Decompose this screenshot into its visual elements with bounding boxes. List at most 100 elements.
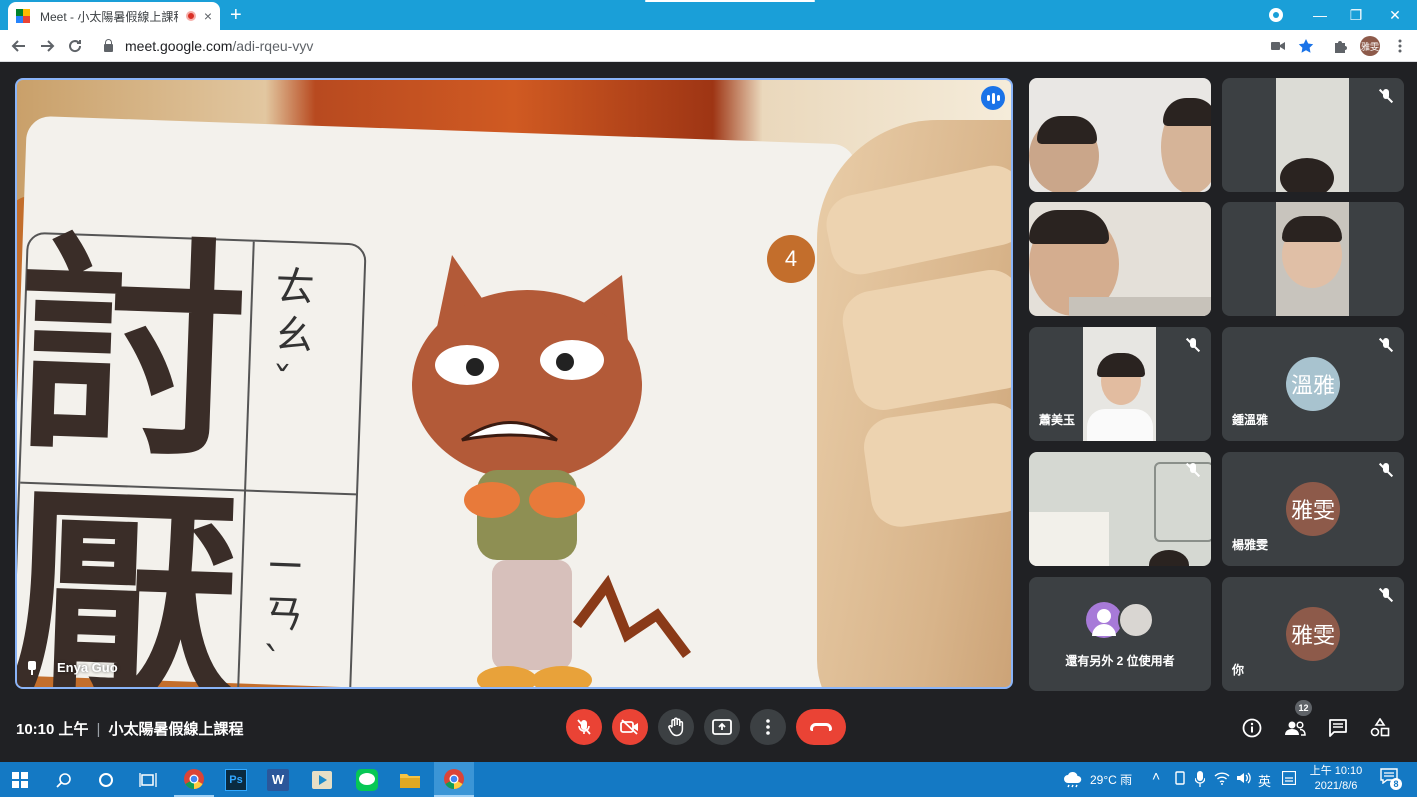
microphone-tray-icon[interactable] [1194,771,1206,790]
input-mode-icon[interactable] [1281,770,1297,788]
notification-center-icon[interactable]: 8 [1380,768,1402,790]
participant-tile-6[interactable]: 溫雅 鍾溫雅 [1222,327,1404,441]
new-tab-button[interactable]: + [230,4,242,26]
muted-mic-icon [1378,462,1394,478]
lock-icon [104,39,113,52]
hand-icon [668,717,684,737]
main-video-name: Enya Guo [27,660,118,675]
participant-name: 楊雅雯 [1232,538,1269,552]
muted-mic-icon [1378,88,1394,104]
maximize-button[interactable]: ❐ [1334,0,1378,30]
people-icon [1285,721,1306,736]
speaking-indicator-icon [981,86,1005,110]
presenter-name: Enya Guo [57,660,118,675]
media-player-icon[interactable] [302,762,342,797]
chat-button[interactable] [1326,716,1350,740]
reload-icon[interactable] [63,34,87,58]
participant-tile-3[interactable] [1029,202,1211,316]
windows-start-icon[interactable] [0,762,40,797]
participant-name: 鍾溫雅 [1232,413,1269,427]
meeting-info: 10:10 上午 | 小太陽暑假線上課程 [16,718,243,739]
character-grid: 討 厭 ㄊㄠˇ ㄧㄢˋ [15,215,367,689]
volume-icon[interactable] [1236,771,1252,788]
weather-cloud-icon[interactable] [1062,770,1084,791]
meeting-time: 10:10 上午 [16,721,89,738]
muted-mic-icon [1185,337,1201,353]
participant-tile-4[interactable] [1222,202,1404,316]
close-window-button[interactable]: ✕ [1373,0,1417,30]
tab-title: Meet - 小太陽暑假線上課程 [40,9,178,24]
line-app-icon[interactable] [347,762,387,797]
camera-off-icon [620,719,638,735]
avatar: 雅雯 [1286,482,1340,536]
participant-tile-1[interactable] [1029,78,1211,192]
muted-mic-icon [1378,337,1394,353]
url-host: meet.google.com [125,38,233,54]
weather-text[interactable]: 29°C 雨 [1090,771,1132,788]
camera-toggle-button[interactable] [612,709,648,745]
tabstrip-highlight [645,0,815,2]
cortana-icon[interactable] [86,762,126,797]
participant-tile-7[interactable] [1029,452,1211,566]
tab-close-icon[interactable]: × [204,8,212,24]
self-tile[interactable]: 雅雯 你 [1222,577,1404,691]
participant-tile-2[interactable] [1222,78,1404,192]
card-character-2: 厭 [15,464,243,689]
word-icon[interactable]: W [258,762,298,797]
card-zhuyin-1: ㄊㄠˇ [271,263,316,407]
wifi-icon[interactable] [1214,771,1230,788]
cat-illustration [412,255,691,687]
photoshop-icon[interactable]: Ps [216,762,256,797]
others-tile[interactable]: 還有另外 2 位使用者 [1029,577,1211,691]
back-arrow-icon[interactable] [7,34,31,58]
main-video-tile[interactable]: 討 厭 ㄊㄠˇ ㄧㄢˋ 4 Enya Guo [15,78,1013,689]
activities-button[interactable] [1368,716,1392,740]
file-explorer-icon[interactable] [390,762,430,797]
muted-mic-icon [1185,462,1201,478]
mic-toggle-button[interactable] [566,709,602,745]
chrome-meet-taskbar-icon[interactable] [434,762,474,797]
address-bar: meet.google.com/adi-rqeu-vyv 雅雯 [0,30,1417,62]
leave-call-button[interactable] [796,709,846,745]
browser-tabstrip: Meet - 小太陽暑假線上課程 × + — ❐ ✕ [0,0,1417,30]
camera-in-use-icon[interactable] [1268,36,1288,56]
more-options-button[interactable] [750,709,786,745]
others-label: 還有另外 2 位使用者 [1065,654,1175,668]
participant-name: 蕭美玉 [1039,413,1076,427]
extensions-puzzle-icon[interactable] [1330,36,1350,56]
browser-menu-icon[interactable] [1390,36,1410,56]
avatar: 溫雅 [1286,357,1340,411]
meeting-details-button[interactable] [1240,716,1264,740]
people-count-badge: 12 [1295,700,1312,716]
profile-avatar[interactable]: 雅雯 [1360,36,1380,56]
avatar: 雅雯 [1286,607,1340,661]
present-icon [712,719,732,735]
taskbar-clock[interactable]: 上午 10:10 2021/8/6 [1306,764,1366,794]
avatar [1086,602,1122,638]
ime-indicator[interactable]: 英 [1258,771,1271,790]
tray-chevron-icon[interactable]: ˄ [1152,768,1160,784]
chrome-taskbar-icon[interactable] [174,762,214,797]
info-icon [1242,718,1262,738]
browser-tab-meet[interactable]: Meet - 小太陽暑假線上課程 × [8,2,220,30]
present-screen-button[interactable] [704,709,740,745]
raise-hand-button[interactable] [658,709,694,745]
search-icon[interactable] [44,762,84,797]
separator: | [96,721,101,738]
network-device-icon[interactable] [1174,771,1186,788]
people-button[interactable] [1283,716,1307,740]
url-path: /adi-rqeu-vyv [232,38,314,54]
avatar [1118,602,1154,638]
activities-icon [1370,718,1390,737]
notification-count-badge: 8 [1390,778,1402,790]
forward-arrow-icon[interactable] [35,34,59,58]
meet-favicon-icon [16,9,32,23]
windows-taskbar: Ps W 29°C 雨 ˄ 英 上午 10:10 2021/8/6 8 [0,762,1417,797]
url-field[interactable]: meet.google.com/adi-rqeu-vyv [104,38,313,54]
account-indicator-icon[interactable] [1254,0,1298,30]
participant-tile-5[interactable]: 蕭美玉 [1029,327,1211,441]
pin-icon[interactable] [27,660,37,675]
participant-tile-8[interactable]: 雅雯 楊雅雯 [1222,452,1404,566]
task-view-icon[interactable] [128,762,168,797]
bookmark-star-icon[interactable] [1296,36,1316,56]
